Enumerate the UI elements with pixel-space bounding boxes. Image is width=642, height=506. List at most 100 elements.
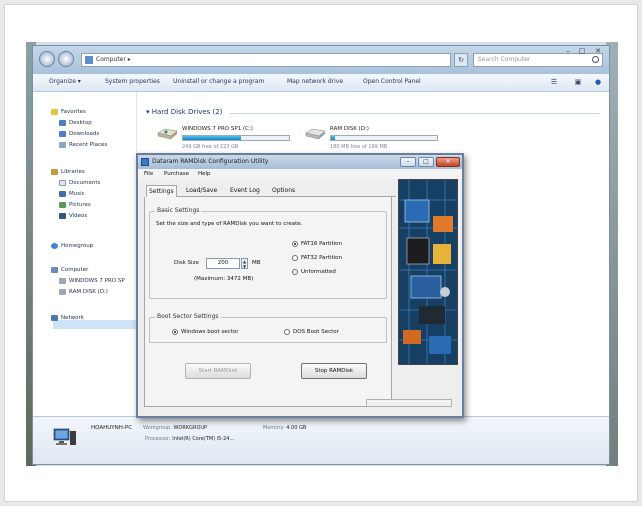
dos-boot-sector-radio[interactable] bbox=[284, 329, 290, 335]
nav-drive-c[interactable]: WINDOWS 7 PRO SP bbox=[59, 277, 125, 285]
dialog-maximize-icon[interactable]: □ bbox=[418, 157, 434, 167]
nav-documents[interactable]: Documents bbox=[59, 179, 100, 187]
start-ramdisk-button[interactable]: Start RAMDisk bbox=[185, 363, 251, 379]
boot-sector-group: Boot Sector Settings Windows boot sector… bbox=[149, 313, 387, 343]
recent-places-icon bbox=[59, 141, 66, 148]
computer-name: HOAHUYNH-PC bbox=[91, 425, 133, 431]
drive-c-free-space: 249 GB free of 223 GB bbox=[182, 144, 239, 150]
uninstall-button[interactable]: Uninstall or change a program bbox=[173, 77, 264, 87]
map-network-drive-button[interactable]: Map network drive bbox=[287, 77, 343, 87]
navigation-pane: Favorites Desktop Downloads Recent Place… bbox=[33, 92, 137, 416]
back-button[interactable] bbox=[39, 51, 55, 67]
menu-file[interactable]: File bbox=[144, 170, 153, 178]
ramdisk-config-dialog: Dataram RAMDisk Configuration Utility – … bbox=[136, 153, 464, 418]
libraries-icon bbox=[51, 168, 58, 175]
close-icon[interactable]: ✕ bbox=[589, 46, 607, 56]
circuit-board-image bbox=[398, 179, 458, 365]
open-control-panel-button[interactable]: Open Control Panel bbox=[363, 77, 421, 87]
screenshot: Computer ▸ ↻ Search Computer – □ ✕ Organ… bbox=[26, 42, 618, 466]
maximum-size-note: (Maximum: 3472 MB) bbox=[194, 276, 254, 282]
windows-boot-sector-radio[interactable] bbox=[172, 329, 178, 335]
refresh-button[interactable]: ↻ bbox=[454, 53, 468, 67]
memory-row: Memory: 4.00 GB bbox=[263, 425, 307, 431]
preview-pane-icon[interactable]: ▣ bbox=[573, 78, 583, 87]
disk-size-unit: MB bbox=[252, 260, 261, 266]
nav-downloads[interactable]: Downloads bbox=[59, 130, 99, 138]
basic-settings-group: Basic Settings Set the size and type of … bbox=[149, 207, 387, 299]
fat32-radio[interactable] bbox=[292, 255, 298, 261]
dialog-title: Dataram RAMDisk Configuration Utility bbox=[152, 158, 269, 165]
dialog-minimize-icon[interactable]: – bbox=[400, 157, 416, 167]
stop-ramdisk-button[interactable]: Stop RAMDisk bbox=[301, 363, 367, 379]
tab-load-save[interactable]: Load/Save bbox=[184, 185, 219, 197]
videos-icon bbox=[59, 212, 66, 219]
forward-button[interactable] bbox=[58, 51, 74, 67]
help-icon[interactable]: ● bbox=[593, 78, 603, 87]
computer-icon bbox=[51, 266, 58, 273]
nav-network[interactable]: Network bbox=[51, 314, 84, 322]
dialog-tabs: Settings Load/Save Event Log Options bbox=[146, 185, 396, 198]
drive-d-usage-fill bbox=[331, 136, 336, 140]
downloads-icon bbox=[59, 130, 66, 137]
dialog-status-bar bbox=[144, 395, 456, 411]
details-pane: HOAHUYNH-PC Workgroup: WORKGROUP Memory:… bbox=[33, 416, 609, 464]
tab-event-log[interactable]: Event Log bbox=[228, 185, 262, 197]
maximize-icon[interactable]: □ bbox=[575, 46, 589, 56]
nav-computer[interactable]: Computer bbox=[51, 266, 88, 274]
hard-drive-icon bbox=[156, 126, 178, 140]
nav-favorites[interactable]: Favorites bbox=[51, 108, 86, 116]
section-hard-disk-drives[interactable]: ▾ Hard Disk Drives (2) bbox=[146, 108, 222, 116]
address-bar[interactable]: Computer ▸ bbox=[81, 53, 451, 67]
dos-boot-sector-label: DOS Boot Sector bbox=[293, 329, 339, 335]
disk-size-label: Disk Size bbox=[174, 260, 199, 266]
drive-d-label[interactable]: RAM DISK (D:) bbox=[330, 126, 369, 132]
disk-size-spinner[interactable]: ▲ ▼ bbox=[241, 258, 248, 269]
pictures-icon bbox=[59, 201, 66, 208]
nav-drive-d[interactable]: RAM DISK (D:) bbox=[59, 288, 108, 296]
nav-music[interactable]: Music bbox=[59, 190, 85, 198]
minimize-icon[interactable]: – bbox=[561, 46, 575, 56]
boot-sector-title: Boot Sector Settings bbox=[155, 313, 221, 320]
hard-drive-icon bbox=[304, 126, 326, 140]
app-icon bbox=[141, 158, 149, 166]
documents-icon bbox=[59, 179, 66, 186]
menu-help[interactable]: Help bbox=[198, 170, 211, 178]
drive-c-usage-bar bbox=[182, 135, 290, 141]
star-icon bbox=[51, 108, 58, 115]
tab-options[interactable]: Options bbox=[270, 185, 297, 197]
homegroup-icon bbox=[51, 242, 58, 249]
nav-pictures[interactable]: Pictures bbox=[59, 201, 91, 209]
network-icon bbox=[51, 314, 58, 321]
organize-button[interactable]: Organize ▾ bbox=[49, 77, 81, 87]
basic-settings-description: Set the size and type of RAMDisk you wan… bbox=[156, 221, 303, 227]
fat32-label: FAT32 Partition bbox=[301, 255, 343, 261]
command-bar: Organize ▾ System properties Uninstall o… bbox=[33, 74, 609, 92]
disk-size-input[interactable]: 200 bbox=[206, 258, 240, 269]
fat16-label: FAT16 Partition bbox=[301, 241, 343, 247]
section-divider bbox=[230, 113, 600, 114]
nav-videos[interactable]: Videos bbox=[59, 212, 87, 220]
drive-d-usage-bar bbox=[330, 135, 438, 141]
explorer-titlebar: Computer ▸ ↻ Search Computer – □ ✕ bbox=[33, 46, 609, 74]
nav-desktop[interactable]: Desktop bbox=[59, 119, 92, 127]
status-field bbox=[366, 399, 452, 407]
desktop-icon bbox=[59, 119, 66, 126]
unformatted-label: Unformatted bbox=[301, 269, 336, 275]
drive-c-label[interactable]: WINDOWS 7 PRO SP1 (C:) bbox=[182, 126, 253, 132]
nav-recent-places[interactable]: Recent Places bbox=[59, 141, 107, 149]
nav-libraries[interactable]: Libraries bbox=[51, 168, 85, 176]
nav-homegroup[interactable]: Homegroup bbox=[51, 242, 93, 250]
unformatted-radio[interactable] bbox=[292, 269, 298, 275]
drive-icon bbox=[59, 277, 66, 284]
basic-settings-title: Basic Settings bbox=[155, 207, 202, 214]
fat16-radio[interactable] bbox=[292, 241, 298, 247]
address-path: Computer ▸ bbox=[96, 56, 131, 63]
system-properties-button[interactable]: System properties bbox=[105, 77, 160, 87]
dialog-close-icon[interactable]: ✕ bbox=[436, 157, 460, 167]
search-placeholder: Search Computer bbox=[478, 56, 531, 63]
computer-icon bbox=[85, 56, 93, 64]
computer-icon bbox=[53, 427, 77, 447]
views-icon[interactable]: ☰ bbox=[549, 78, 559, 87]
windows-boot-sector-label: Windows boot sector bbox=[181, 329, 239, 335]
menu-purchase[interactable]: Purchase bbox=[164, 170, 189, 178]
